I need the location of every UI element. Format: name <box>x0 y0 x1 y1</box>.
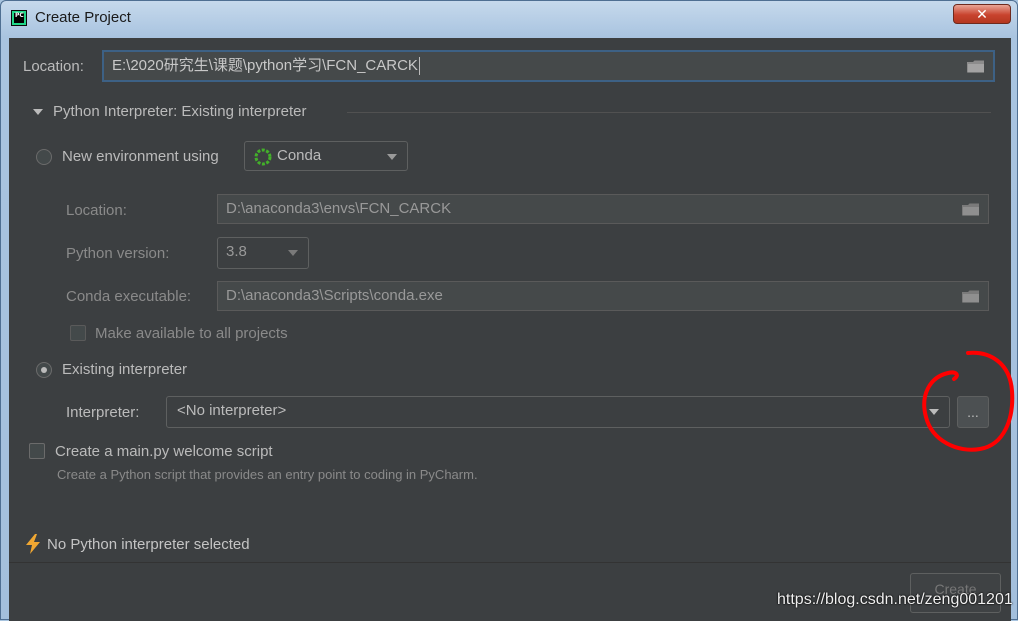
folder-icon[interactable] <box>967 60 985 73</box>
location-label: Location: <box>23 58 84 75</box>
conda-executable-value: D:\anaconda3\Scripts\conda.exe <box>226 287 443 304</box>
conda-icon <box>254 148 272 166</box>
chevron-down-icon <box>288 250 298 256</box>
lightning-warning-icon <box>26 534 40 554</box>
existing-interpreter-radio[interactable] <box>36 362 52 378</box>
new-environment-label[interactable]: New environment using <box>62 148 219 165</box>
interpreter-section-title[interactable]: Python Interpreter: Existing interpreter <box>53 103 306 120</box>
make-available-checkbox[interactable] <box>70 325 86 341</box>
interpreter-value: <No interpreter> <box>177 402 287 419</box>
python-version-value: 3.8 <box>226 243 247 260</box>
conda-executable-input[interactable]: D:\anaconda3\Scripts\conda.exe <box>217 281 989 311</box>
location-input[interactable]: E:\2020研究生\课题\python学习\FCN_CARCK <box>102 50 995 82</box>
env-location-value: D:\anaconda3\envs\FCN_CARCK <box>226 200 452 217</box>
welcome-script-label[interactable]: Create a main.py welcome script <box>55 443 273 460</box>
window-title: Create Project <box>35 9 131 26</box>
interpreter-select[interactable]: <No interpreter> <box>166 396 950 428</box>
welcome-script-description: Create a Python script that provides an … <box>57 467 478 482</box>
env-location-input[interactable]: D:\anaconda3\envs\FCN_CARCK <box>217 194 989 224</box>
collapse-triangle-icon[interactable] <box>33 109 43 115</box>
environment-tool-value: Conda <box>277 147 322 164</box>
welcome-script-checkbox[interactable] <box>29 443 45 459</box>
chevron-down-icon <box>929 409 939 415</box>
dialog-content: Location: E:\2020研究生\课题\python学习\FCN_CAR… <box>9 38 1011 621</box>
close-button[interactable]: ✕ <box>953 4 1011 24</box>
browse-interpreter-button[interactable]: ... <box>957 396 989 428</box>
python-version-label: Python version: <box>66 245 170 262</box>
dialog-window: PC Create Project ✕ Location: E:\2020研究生… <box>0 0 1018 621</box>
section-separator <box>347 112 991 113</box>
status-message: No Python interpreter selected <box>47 536 250 553</box>
folder-icon[interactable] <box>962 203 980 216</box>
watermark-text: https://blog.csdn.net/zeng001201 <box>777 591 1013 608</box>
pycharm-logo-icon: PC <box>11 10 27 26</box>
folder-icon[interactable] <box>962 290 980 303</box>
title-bar[interactable]: PC Create Project ✕ <box>1 1 1017 37</box>
env-location-label: Location: <box>66 202 127 219</box>
new-environment-radio[interactable] <box>36 149 52 165</box>
existing-interpreter-label[interactable]: Existing interpreter <box>62 361 187 378</box>
conda-executable-label: Conda executable: <box>66 288 192 305</box>
environment-tool-select[interactable]: Conda <box>244 141 408 171</box>
python-version-select[interactable]: 3.8 <box>217 237 309 269</box>
location-input-value: E:\2020研究生\课题\python学习\FCN_CARCK <box>112 57 418 74</box>
text-caret <box>418 57 420 76</box>
footer-separator <box>9 562 1011 563</box>
chevron-down-icon <box>387 154 397 160</box>
interpreter-label: Interpreter: <box>66 404 140 421</box>
make-available-label[interactable]: Make available to all projects <box>95 325 288 342</box>
